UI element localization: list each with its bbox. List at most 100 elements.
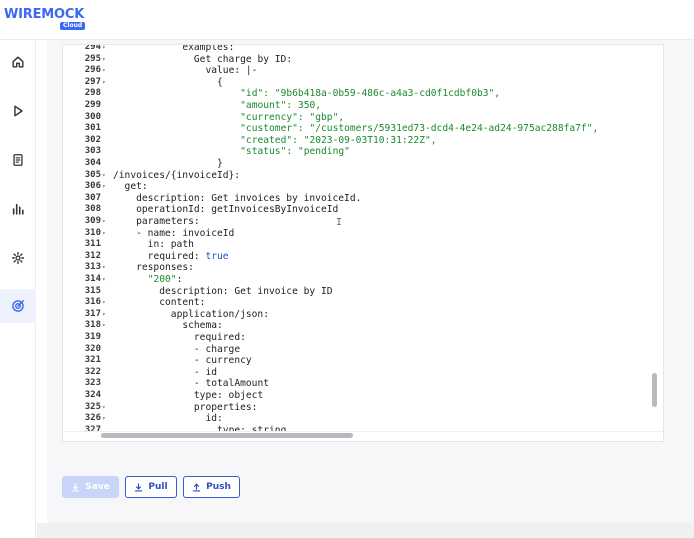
line-number: 323: [84, 378, 101, 389]
play-icon: [14, 105, 23, 117]
code-text: /invoices/{invoiceId}:: [113, 170, 240, 182]
code-token: type: object: [193, 390, 264, 401]
fold-toggle-icon[interactable]: ▾: [102, 170, 106, 182]
line-number: 301: [84, 123, 101, 134]
logo-text: WIREMOCK: [4, 7, 85, 22]
editor-lines: 294 ▾ examples: 295 ▾ Get charge by ID: 296 ▾ va…: [63, 45, 663, 441]
wiremock-logo[interactable]: WIREMOCK Cloud: [4, 7, 86, 32]
main-gutter: [37, 40, 47, 538]
fold-toggle-icon[interactable]: ▾: [102, 216, 106, 228]
code-text: - totalAmount: [194, 378, 269, 390]
code-text: "customer": "/customers/5931ed73-dcd4-4e…: [240, 123, 598, 135]
push-button[interactable]: Push: [183, 476, 240, 498]
vertical-scrollbar[interactable]: [652, 373, 657, 407]
code-line: 299 "amount": 350,: [63, 100, 663, 112]
code-text: description: Get invoice by ID: [159, 286, 332, 298]
code-line: 318 ▾ schema:: [63, 320, 663, 332]
fold-toggle-icon[interactable]: ▾: [102, 297, 106, 309]
fold-toggle-icon[interactable]: ▾: [102, 77, 106, 89]
sidebar-item-document[interactable]: [0, 143, 36, 177]
code-text: - name: invoiceId: [136, 228, 234, 240]
code-text: get:: [125, 181, 148, 193]
code-editor[interactable]: 294 ▾ examples: 295 ▾ Get charge by ID: 296 ▾ va…: [62, 44, 664, 442]
line-number: 316: [84, 297, 101, 308]
code-text: responses:: [136, 262, 194, 274]
line-number: 296: [84, 65, 101, 76]
code-token: content:: [159, 297, 206, 309]
code-line: 307 description: Get invoices by invoiceI…: [63, 192, 663, 205]
code-token: |-: [245, 65, 258, 77]
code-line: 320 - charge: [63, 343, 663, 356]
code-line: 322 - id: [63, 366, 663, 379]
code-token: "created": "2023-09-03T10:31:22Z",: [240, 134, 437, 146]
code-token: :: [176, 274, 183, 285]
code-token: id:: [205, 413, 223, 425]
fold-toggle-icon[interactable]: ▾: [102, 413, 106, 425]
code-line: 314 ▾ "200":: [63, 274, 663, 286]
push-button-label: Push: [206, 482, 231, 492]
line-number: 322: [84, 366, 101, 377]
home-icon: [12, 56, 24, 68]
code-token: examples:: [182, 45, 235, 53]
fold-toggle-icon[interactable]: ▾: [102, 320, 106, 332]
fold-toggle-icon[interactable]: ▾: [102, 309, 106, 321]
save-button[interactable]: Save: [62, 476, 119, 498]
code-line: 321 - currency: [63, 355, 663, 367]
code-text: "currency": "gbp",: [240, 112, 344, 124]
code-line: 304}: [63, 158, 663, 170]
code-line: 295 ▾ Get charge by ID:: [63, 53, 663, 66]
code-line: 315 description: Get invoice by ID: [63, 286, 663, 298]
sidebar-item-settings[interactable]: [0, 241, 36, 275]
line-number: 300: [84, 111, 101, 122]
line-number: 325: [84, 401, 101, 412]
code-text: parameters:: [136, 216, 200, 228]
code-token: value:: [205, 65, 246, 77]
code-line: 324 type: object: [63, 390, 663, 402]
code-text: - currency: [194, 355, 252, 367]
line-number: 310: [84, 227, 101, 238]
code-text: properties:: [194, 402, 258, 414]
line-number: 320: [84, 343, 101, 354]
code-token: operationId: getInvoicesByInvoiceId: [136, 204, 339, 216]
fold-toggle-icon[interactable]: ▾: [102, 54, 106, 66]
code-text: value: |-: [205, 65, 257, 77]
top-bar: WIREMOCK Cloud: [0, 0, 694, 40]
pull-button[interactable]: Pull: [125, 476, 177, 498]
code-text: "200":: [148, 274, 183, 286]
upload-icon: [192, 482, 201, 492]
sidebar-item-target[interactable]: [0, 289, 36, 323]
fold-toggle-icon[interactable]: ▾: [102, 262, 106, 274]
line-number: 294: [84, 45, 101, 52]
code-line: 317 ▾ application/json:: [63, 308, 663, 321]
line-number: 306: [84, 181, 101, 192]
code-text: - charge: [194, 344, 240, 356]
code-line: 298 "id": "9b6b418a-0b59-486c-a4a3-cd0f1c…: [63, 88, 663, 100]
fold-toggle-icon[interactable]: ▾: [102, 65, 106, 77]
text-cursor-icon: I: [336, 217, 343, 228]
code-token: /invoices/{invoiceId}:: [113, 169, 241, 181]
line-number: 307: [84, 192, 101, 203]
line-number: 304: [84, 158, 101, 168]
code-token: - name: invoiceId: [136, 227, 235, 239]
code-token: true: [205, 250, 229, 262]
sidebar-item-analytics[interactable]: [0, 192, 36, 226]
line-number: 318: [84, 320, 101, 331]
line-number: 317: [84, 308, 101, 319]
line-number: 309: [84, 216, 101, 226]
code-token: }: [217, 158, 223, 169]
code-token: "id": "9b6b418a-0b59-486c-a4a3-cd0f1cdbf…: [240, 88, 501, 100]
code-line: 303 "status": "pending": [63, 146, 663, 158]
fold-toggle-icon[interactable]: ▾: [102, 274, 106, 286]
footer-strip: [37, 523, 694, 538]
code-token: "200": [147, 274, 177, 285]
code-line: 300 "currency": "gbp",: [63, 111, 663, 124]
line-number: 312: [84, 250, 101, 261]
horizontal-scrollbar[interactable]: [101, 433, 353, 438]
fold-toggle-icon[interactable]: ▾: [102, 181, 106, 193]
fold-toggle-icon[interactable]: ▾: [102, 228, 106, 240]
code-token: Get charge by ID:: [193, 53, 293, 65]
sidebar-item-home[interactable]: [0, 45, 36, 79]
fold-toggle-icon[interactable]: ▾: [102, 45, 106, 54]
fold-toggle-icon[interactable]: ▾: [102, 402, 106, 414]
sidebar-item-play[interactable]: [0, 94, 36, 128]
